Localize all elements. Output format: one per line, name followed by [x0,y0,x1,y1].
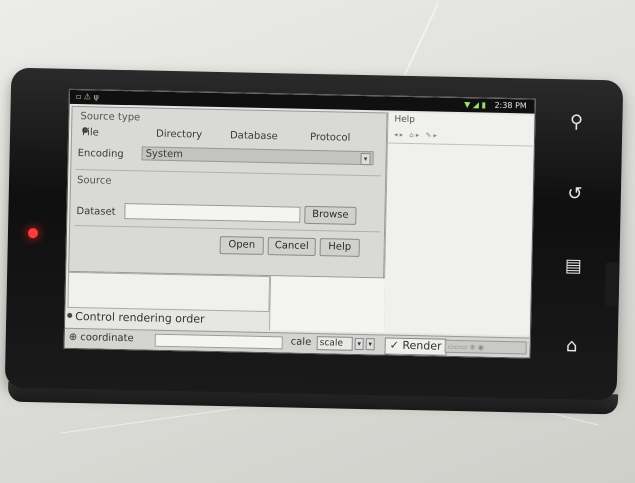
help-toolbar[interactable]: ◂▸ ⌂▸ ✎▸ [394,131,439,140]
radio-file-label: File [81,127,99,139]
map-canvas-area [268,276,386,333]
encoding-value: System [145,148,184,161]
render-label: Render [402,338,442,353]
usb-cable [604,262,620,307]
radio-database-label: Database [229,130,278,143]
radio-protocol-label: Protocol [309,131,351,144]
chevron-down-icon[interactable]: ▾ [365,338,375,351]
radio-directory-label: Directory [155,128,203,141]
coordinate-label-text: coordinate [80,332,134,345]
open-dataset-dialog: Source type File Directory Database Prot… [68,105,388,279]
dataset-input[interactable] [124,203,301,223]
scale-label: cale [290,336,312,348]
paper-crease [403,3,439,77]
divider [74,224,381,233]
divider [387,142,533,147]
help-pane: Help ◂▸ ⌂▸ ✎▸ [382,112,534,336]
control-rendering-order[interactable]: Control rendering order [67,310,205,326]
search-icon[interactable]: ⚲ [556,111,596,133]
help-pane-title: Help [394,114,416,126]
phone-screen: ▫ ⚠ ψ ▼ ◢ ▮ 2:38 PM Source type File Dir… [63,88,536,359]
coordinate-input[interactable] [154,333,283,350]
dataset-label: Dataset [76,206,116,218]
status-time: 2:38 PM [494,100,527,111]
status-icons-left: ▫ ⚠ ψ [75,91,99,102]
checkbox-icon [67,312,73,318]
source-type-title: Source type [80,111,141,124]
source-title: Source [76,175,112,187]
crs-indicator[interactable]: ▭▭▭ ⊕ ◉ [444,339,527,355]
home-icon[interactable]: ⌂ [551,335,591,357]
menu-icon[interactable]: ▤ [553,255,593,277]
encoding-label: Encoding [77,148,124,160]
status-icons-right: ▼ ◢ ▮ 2:38 PM [464,100,527,111]
phone: ▫ ⚠ ψ ▼ ◢ ▮ 2:38 PM Source type File Dir… [4,67,624,401]
control-rendering-label: Control rendering order [75,310,205,326]
chevron-down-icon[interactable]: ▾ [354,337,364,351]
coordinate-label: ⊕ coordinate [68,331,134,345]
help-button[interactable]: Help [319,238,360,257]
divider [75,168,382,177]
back-icon[interactable]: ↺ [555,183,595,205]
notification-led [27,228,39,239]
scale-value: scale [319,338,344,349]
paper-crease [60,407,240,434]
chevron-down-icon: ▾ [360,152,371,166]
scale-select[interactable]: scale [316,336,353,351]
browse-button[interactable]: Browse [304,205,357,225]
source-type-radios: File Directory Database Protocol [78,127,378,147]
render-toggle[interactable]: ✓ Render [384,337,447,356]
cancel-button[interactable]: Cancel [267,237,316,257]
hardware-nav-keys: ⚲ ↺ ▤ ⌂ [551,109,596,370]
open-button[interactable]: Open [219,236,264,255]
layer-list-area [67,271,271,313]
encoding-select[interactable]: System ▾ [141,146,374,166]
